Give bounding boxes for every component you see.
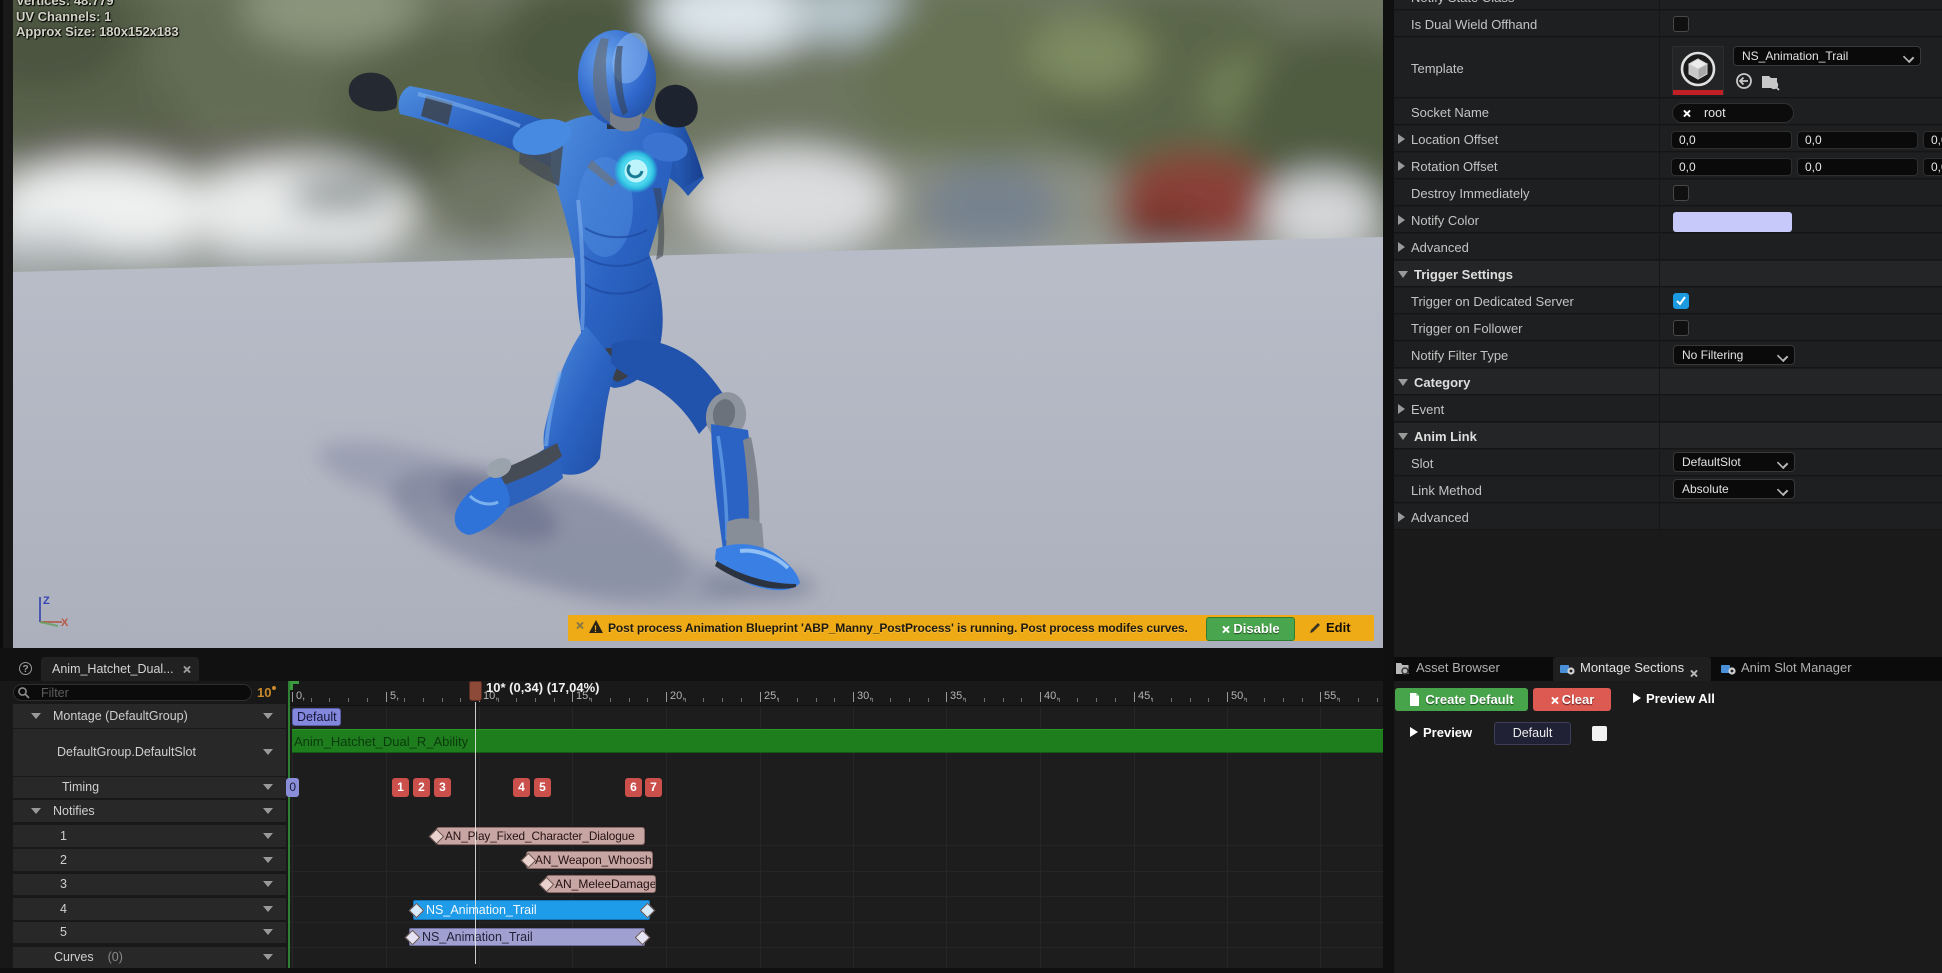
svg-text:Z: Z bbox=[43, 595, 50, 607]
svg-text:X: X bbox=[61, 617, 69, 629]
